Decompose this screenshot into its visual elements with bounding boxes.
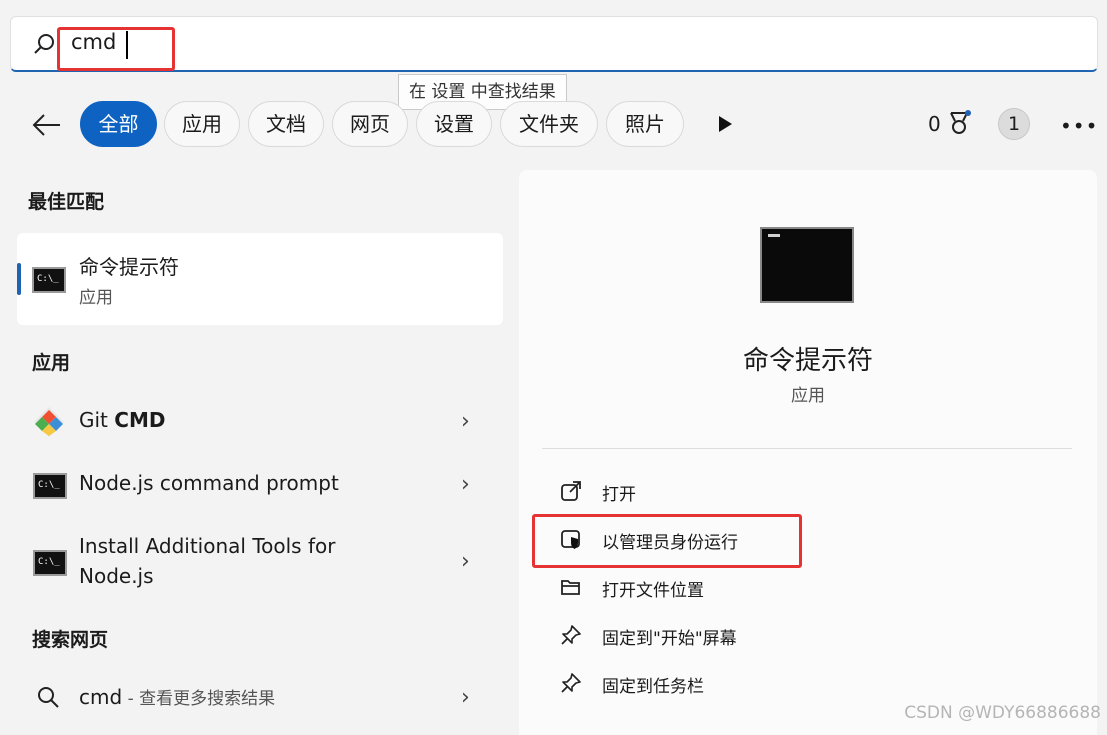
command-prompt-icon: C:\_ [33,473,67,499]
action-pin-to-start-label: 固定到"开始"屏幕 [602,629,737,649]
best-match-subtitle: 应用 [79,288,113,308]
chevron-right-icon[interactable]: › [461,549,470,574]
git-cmd-label-plain: Git [79,408,115,432]
action-open-file-location-label: 打开文件位置 [602,581,704,601]
tab-web[interactable]: 网页 [332,101,408,147]
tab-documents[interactable]: 文档 [248,101,324,147]
open-external-icon [561,481,581,501]
detail-title: 命令提示符 [742,346,873,376]
action-pin-to-taskbar-label: 固定到任务栏 [602,677,704,697]
chevron-right-icon[interactable]: › [461,472,470,497]
action-open-label: 打开 [602,485,636,505]
chevron-right-icon[interactable]: › [461,409,470,434]
web-search-heading: 搜索网页 [32,629,109,651]
pin-icon [561,673,581,693]
tab-all[interactable]: 全部 [80,101,157,147]
search-icon [34,34,54,54]
pin-icon [561,625,581,645]
git-cmd-label: Git CMD [79,408,165,432]
watermark: CSDN @WDY66886688 [904,703,1101,723]
more-filters-arrow-icon[interactable] [716,115,734,133]
nodejs-prompt-label: Node.js command prompt [79,471,339,495]
folder-icon [561,580,580,595]
detail-subtitle: 应用 [791,386,825,406]
tab-folders[interactable]: 文件夹 [500,101,598,147]
avatar[interactable]: 1 [998,108,1030,140]
tab-photos[interactable]: 照片 [606,101,684,147]
best-match-title: 命令提示符 [79,255,179,279]
search-highlight-box [57,27,175,71]
admin-highlight-box [532,514,802,568]
git-icon [34,407,64,437]
chevron-right-icon[interactable]: › [461,685,470,710]
rewards-count: 0 [928,112,941,136]
divider [542,448,1072,449]
command-prompt-icon: C:\_ [32,267,66,293]
rewards-medal-icon[interactable] [946,110,972,138]
command-prompt-large-icon [760,227,854,303]
install-tools-label-line1: Install Additional Tools for [79,534,336,558]
web-search-query: cmd [79,685,123,709]
tab-apps[interactable]: 应用 [164,101,240,147]
command-prompt-icon: C:\_ [33,550,67,576]
tab-settings[interactable]: 设置 [416,101,492,147]
more-options-icon[interactable]: ••• [1060,114,1097,138]
git-cmd-label-bold: CMD [114,408,166,432]
install-tools-label-line2: Node.js [79,564,154,588]
back-arrow-icon[interactable] [30,108,64,142]
web-search-label: cmd - 查看更多搜索结果 [79,684,275,709]
apps-heading: 应用 [32,352,71,374]
search-icon [38,687,59,708]
selection-indicator [17,263,21,295]
search-box[interactable]: cmd [10,16,1098,72]
web-search-suffix: - 查看更多搜索结果 [122,689,276,709]
best-match-heading: 最佳匹配 [28,191,105,213]
